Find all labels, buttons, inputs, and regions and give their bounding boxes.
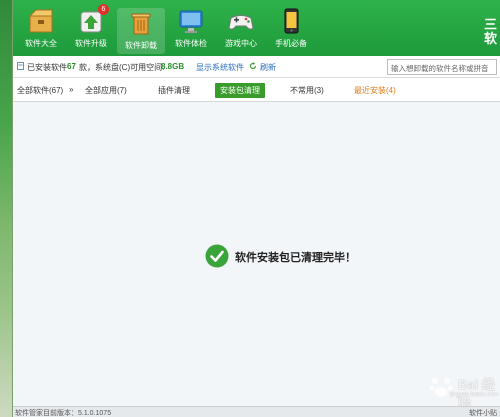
info-bar: 已安装软件 67 款，系统盘(C)可用空间: 8.8GB 显示系统软件 刷新 输… [13, 56, 500, 78]
show-system-software-link[interactable]: 显示系统软件 [196, 62, 244, 73]
desktop-background [0, 0, 12, 417]
baidu-watermark: Bai 经验 jingyan.baidu.com [426, 372, 499, 411]
toolbar-label: 软件体检 [175, 39, 207, 48]
software-tips-link[interactable]: 软件小贴 [469, 408, 497, 417]
disk-free-value: 8.8GB [161, 62, 185, 71]
upgrade-count-badge: 6 [98, 4, 109, 15]
box-icon [26, 6, 56, 36]
refresh-icon[interactable] [249, 62, 257, 72]
filter-tabs: 全部软件(67) » 全部应用(7) 插件清理 安装包清理 不常用(3) 最近安… [13, 78, 500, 102]
toolbar-label: 手机必备 [275, 39, 307, 48]
tab-all-apps[interactable]: 全部应用(7) [85, 85, 127, 96]
toolbar-mobile-essentials[interactable]: 手机必备 [267, 6, 315, 54]
brand-logo: 三软 [483, 17, 497, 46]
tab-rarely-used[interactable]: 不常用(3) [290, 85, 324, 96]
version-text: 软件管家目前版本：5.1.0.1075 [15, 410, 112, 417]
monitor-icon [176, 6, 206, 36]
app-window: 软件大全 6 软件升级 软件卸载 软件体检 游戏中心 手机必备 三 软 已安装软… [12, 0, 500, 417]
toolbar-label: 软件升级 [75, 39, 107, 48]
tab-expand-icon[interactable]: » [69, 85, 73, 94]
search-input[interactable]: 输入想卸载的软件名称或拼音 [387, 59, 497, 75]
installed-icon [17, 62, 24, 72]
clean-complete-text: 软件安装包已清理完毕！ [235, 252, 356, 264]
disk-space-label: 款，系统盘(C)可用空间: [79, 63, 165, 72]
tab-recently-installed[interactable]: 最近安装(4) [354, 85, 396, 96]
upgrade-icon: 6 [76, 4, 109, 36]
watermark-url: jingyan.baidu.com [450, 392, 499, 398]
toolbar-label: 游戏中心 [225, 39, 257, 48]
installed-count: 67 [67, 62, 76, 71]
toolbar-software-store[interactable]: 软件大全 [17, 6, 65, 54]
checkmark-icon [205, 244, 229, 268]
toolbar-software-uninstall[interactable]: 软件卸载 [117, 8, 165, 54]
tab-plugin-clean[interactable]: 插件清理 [158, 85, 190, 96]
toolbar-software-upgrade[interactable]: 6 软件升级 [67, 4, 115, 54]
toolbar-label: 软件大全 [25, 39, 57, 48]
phone-icon [276, 6, 306, 36]
main-toolbar: 软件大全 6 软件升级 软件卸载 软件体检 游戏中心 手机必备 三 软 [13, 0, 500, 56]
gamepad-icon [226, 6, 256, 36]
status-bar: 软件管家目前版本：5.1.0.1075 软件小贴 [13, 406, 500, 417]
tab-all-software[interactable]: 全部软件(67) [17, 85, 63, 96]
toolbar-label: 软件卸载 [125, 41, 157, 50]
trash-icon [126, 8, 156, 38]
installed-label: 已安装软件 [27, 63, 67, 72]
tab-installer-clean[interactable]: 安装包清理 [215, 83, 265, 98]
refresh-link[interactable]: 刷新 [260, 62, 276, 73]
toolbar-software-checkup[interactable]: 软件体检 [167, 6, 215, 54]
toolbar-game-center[interactable]: 游戏中心 [217, 6, 265, 54]
